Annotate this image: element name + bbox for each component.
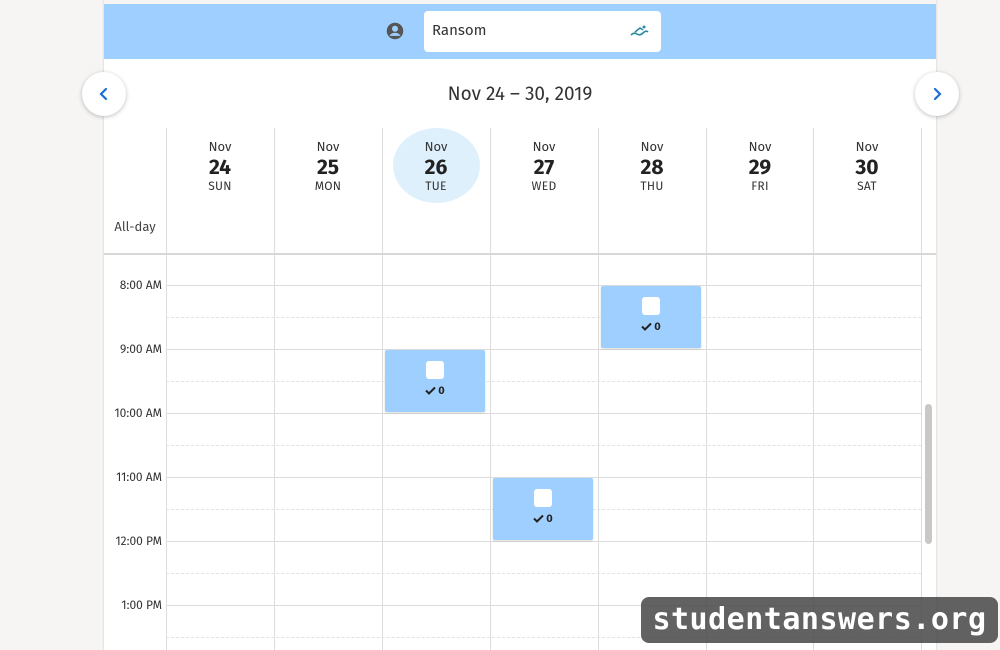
day-header-tue[interactable]: Nov 26 TUE xyxy=(382,128,490,254)
day-month: Nov xyxy=(532,140,556,155)
time-label: 8:00 AM xyxy=(119,279,162,293)
top-bar: Ransom xyxy=(104,0,936,59)
half-hour-line xyxy=(166,381,921,382)
day-month: Nov xyxy=(424,140,448,155)
check-icon xyxy=(533,514,544,523)
hour-line xyxy=(166,285,921,286)
event-check-count: 0 xyxy=(385,384,485,397)
day-number: 24 xyxy=(208,154,232,180)
event-checkbox[interactable] xyxy=(426,361,444,379)
day-header-wed[interactable]: Nov 27 WED xyxy=(490,128,598,254)
check-icon xyxy=(641,322,652,331)
time-label: 1:00 PM xyxy=(121,599,162,613)
day-number: 25 xyxy=(316,154,340,180)
event-count: 0 xyxy=(438,384,445,397)
day-header-thu[interactable]: Nov 28 THU xyxy=(598,128,706,254)
calendar-event[interactable]: 0 xyxy=(493,478,593,540)
time-label: 10:00 AM xyxy=(114,407,162,421)
day-header-sat[interactable]: Nov 30 SAT xyxy=(813,128,921,254)
day-month: Nov xyxy=(640,140,664,155)
date-range-title: Nov 24 – 30, 2019 xyxy=(447,83,593,106)
time-label: 12:00 PM xyxy=(115,535,162,549)
scrollbar-thumb[interactable] xyxy=(925,404,932,544)
event-check-count: 0 xyxy=(493,512,593,525)
hour-line xyxy=(166,541,921,542)
event-checkbox[interactable] xyxy=(642,297,660,315)
half-hour-line xyxy=(166,317,921,318)
allday-label: All-day xyxy=(114,220,156,235)
event-check-count: 0 xyxy=(601,320,701,333)
day-weekday: TUE xyxy=(425,180,447,194)
swimmer-icon xyxy=(630,25,649,36)
day-weekday: SUN xyxy=(208,180,232,194)
grid-column-line xyxy=(813,128,814,650)
hour-line xyxy=(166,413,921,414)
calendar-event[interactable]: 0 xyxy=(601,286,701,348)
day-weekday: MON xyxy=(314,180,342,194)
grid-column-line xyxy=(166,128,167,650)
grid-column-line xyxy=(921,128,922,650)
day-month: Nov xyxy=(855,140,879,155)
day-month: Nov xyxy=(316,140,340,155)
grid-column-line xyxy=(490,128,491,650)
grid-column-line xyxy=(382,128,383,650)
day-number: 30 xyxy=(855,154,879,180)
grid-column-line xyxy=(598,128,599,650)
day-header-sun[interactable]: Nov 24 SUN xyxy=(166,128,274,254)
event-count: 0 xyxy=(546,512,553,525)
day-month: Nov xyxy=(208,140,232,155)
user-select[interactable]: Ransom xyxy=(424,11,661,52)
check-icon xyxy=(425,386,436,395)
chevron-right-icon xyxy=(933,87,942,101)
user-name: Ransom xyxy=(432,21,487,39)
grid-column-line xyxy=(706,128,707,650)
event-checkbox[interactable] xyxy=(534,489,552,507)
account-circle-icon[interactable] xyxy=(386,22,404,40)
grid-column-line xyxy=(274,128,275,650)
day-number: 28 xyxy=(640,154,664,180)
day-weekday: FRI xyxy=(751,180,769,194)
day-weekday: WED xyxy=(531,180,557,194)
day-header-fri[interactable]: Nov 29 FRI xyxy=(706,128,814,254)
day-weekday: THU xyxy=(640,180,664,194)
day-month: Nov xyxy=(748,140,772,155)
watermark: studentanswers.org xyxy=(641,597,998,643)
hour-line xyxy=(166,349,921,350)
half-hour-line xyxy=(166,573,921,574)
day-number: 29 xyxy=(748,154,772,180)
day-header-mon[interactable]: Nov 25 MON xyxy=(274,128,382,254)
event-count: 0 xyxy=(654,320,661,333)
next-week-button[interactable] xyxy=(915,72,959,116)
header-separator xyxy=(104,253,936,255)
time-label: 11:00 AM xyxy=(116,471,162,485)
day-number: 26 xyxy=(424,154,448,180)
half-hour-line xyxy=(166,445,921,446)
time-label: 9:00 AM xyxy=(120,343,162,357)
day-number: 27 xyxy=(533,154,555,180)
day-weekday: SAT xyxy=(857,180,877,194)
calendar-event[interactable]: 0 xyxy=(385,350,485,412)
